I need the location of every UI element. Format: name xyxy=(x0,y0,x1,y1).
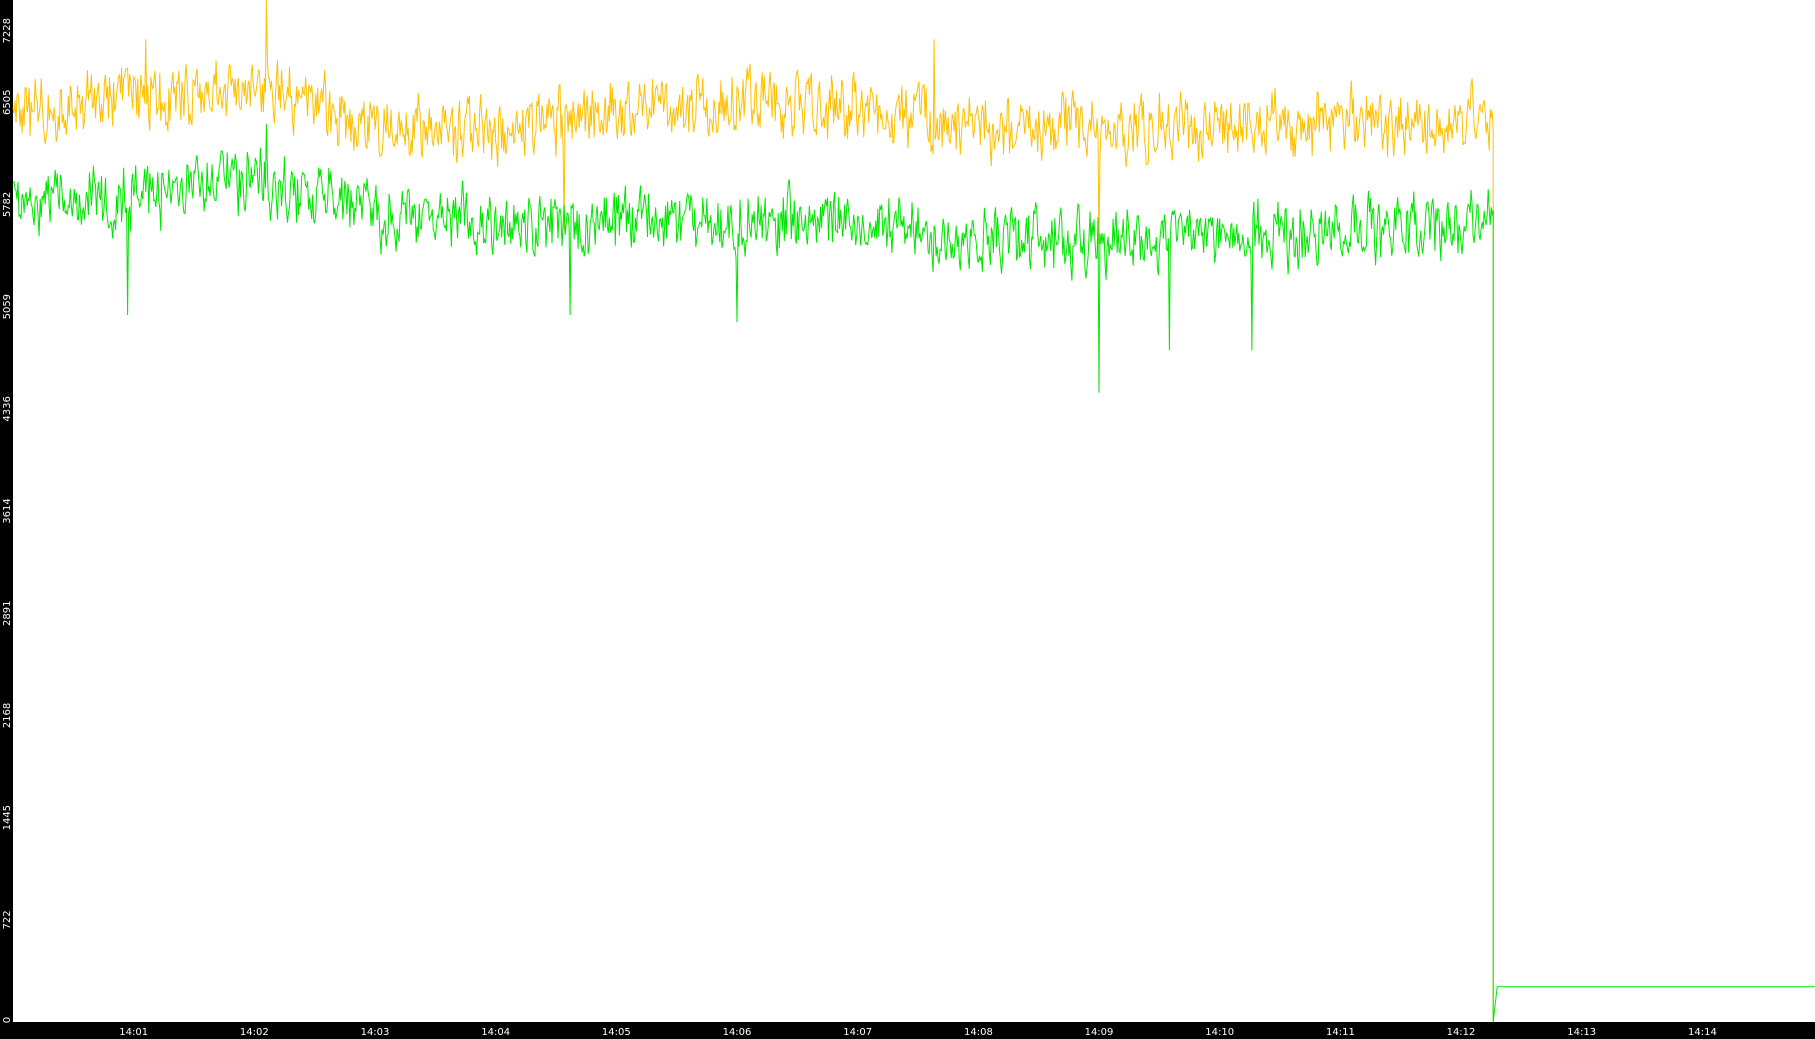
chart-svg: 0 722 1445 2168 2891 3614 4336 5059 5782 6505 7228… xyxy=(0,0,1815,1039)
x-tick-label: 14:05 xyxy=(602,1027,631,1038)
x-tick-label: 14:02 xyxy=(240,1027,269,1038)
y-tick-label: 4336 xyxy=(2,396,13,421)
x-tick-label: 14:14 xyxy=(1688,1027,1717,1038)
y-tick-label: 1445 xyxy=(2,805,13,830)
y-tick-label: 7228 xyxy=(2,18,13,43)
line-chart: 0 722 1445 2168 2891 3614 4336 5059 5782 6505 7228… xyxy=(0,0,1815,1039)
x-tick-label: 14:01 xyxy=(119,1027,148,1038)
series-layer xyxy=(12,0,1815,1023)
x-tick-label: 14:11 xyxy=(1326,1027,1355,1038)
y-tick-label: 3614 xyxy=(2,498,13,523)
series-line-2 xyxy=(12,124,1815,1023)
x-tick-label: 14:03 xyxy=(361,1027,390,1038)
y-tick-label: 5782 xyxy=(2,192,13,217)
y-tick-label: 2891 xyxy=(2,601,13,626)
y-tick-label: 0 xyxy=(2,1017,13,1023)
y-tick-label: 5059 xyxy=(2,294,13,319)
x-tick-label: 14:04 xyxy=(481,1027,510,1038)
x-axis-band xyxy=(0,1022,1815,1039)
y-tick-label: 2168 xyxy=(2,703,13,728)
x-tick-label: 14:06 xyxy=(723,1027,752,1038)
x-tick-label: 14:12 xyxy=(1447,1027,1476,1038)
x-tick-label: 14:09 xyxy=(1085,1027,1114,1038)
y-tick-label: 722 xyxy=(2,910,13,929)
x-tick-label: 14:13 xyxy=(1567,1027,1596,1038)
x-tick-label: 14:08 xyxy=(964,1027,993,1038)
y-tick-label: 6505 xyxy=(2,90,13,115)
series-line-1 xyxy=(12,0,1494,1022)
x-tick-label: 14:10 xyxy=(1205,1027,1234,1038)
x-tick-label: 14:07 xyxy=(843,1027,872,1038)
